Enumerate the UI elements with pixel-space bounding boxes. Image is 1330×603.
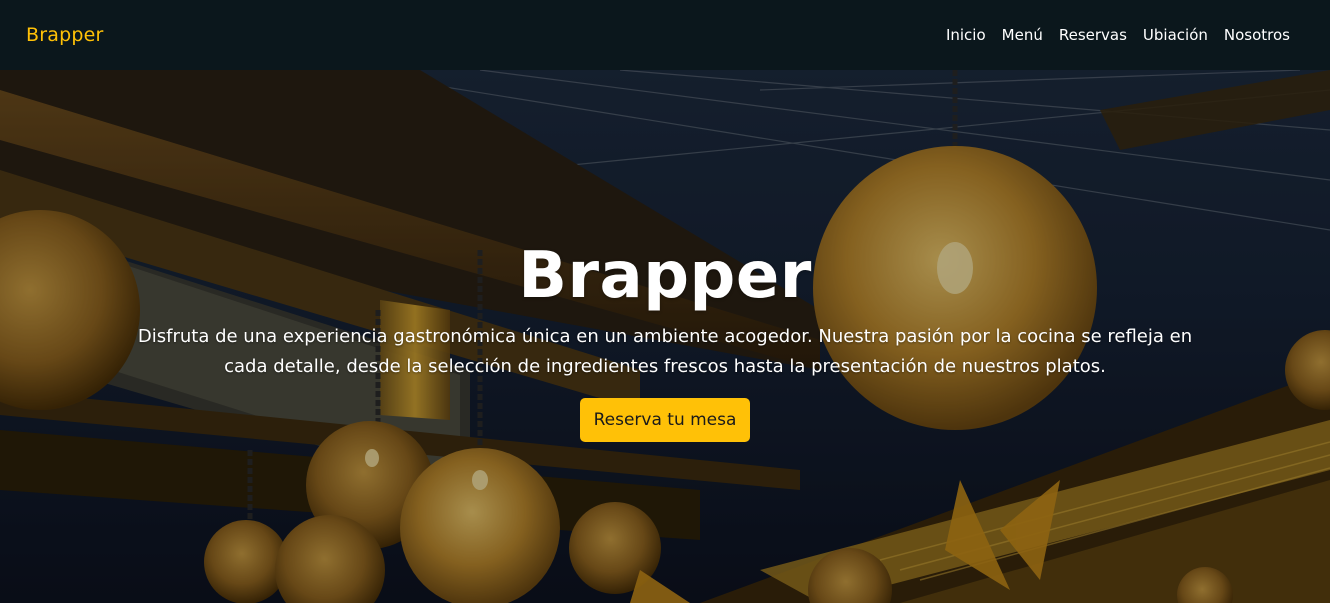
nav-item-menu[interactable]: Menú <box>994 26 1051 44</box>
hero-content: Brapper Disfruta de una experiencia gast… <box>0 70 1330 603</box>
nav-item-reservas[interactable]: Reservas <box>1051 26 1135 44</box>
hero-title: Brapper <box>518 239 812 314</box>
nav-item-ubicacion[interactable]: Ubiación <box>1135 26 1216 44</box>
nav-item-nosotros[interactable]: Nosotros <box>1216 26 1298 44</box>
nav-item-inicio[interactable]: Inicio <box>938 26 994 44</box>
hero-description: Disfruta de una experiencia gastronómica… <box>137 325 1193 377</box>
nav-links: Inicio Menú Reservas Ubiación Nosotros <box>938 26 1298 44</box>
reserve-table-button[interactable]: Reserva tu mesa <box>579 397 751 442</box>
hero-section: Brapper Disfruta de una experiencia gast… <box>0 70 1330 603</box>
navbar: Brapper Inicio Menú Reservas Ubiación No… <box>0 0 1330 70</box>
brand-logo-link[interactable]: Brapper <box>26 24 104 46</box>
